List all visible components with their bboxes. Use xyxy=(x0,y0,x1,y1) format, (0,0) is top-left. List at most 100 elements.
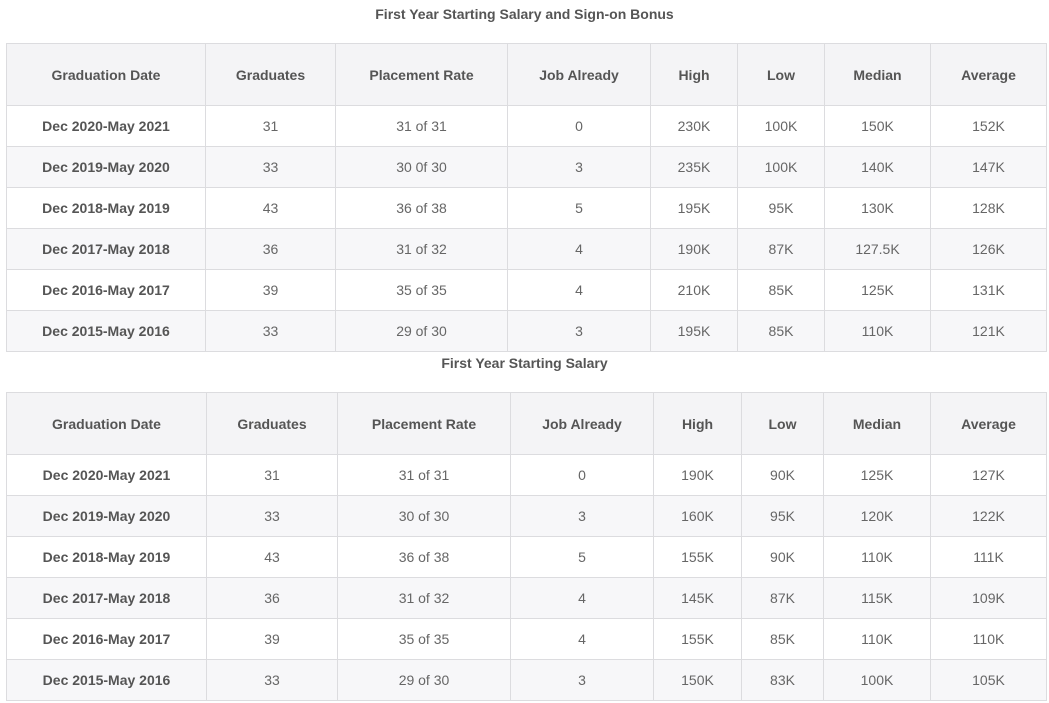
column-header-high: High xyxy=(650,43,738,106)
column-header-high: High xyxy=(653,392,742,455)
median-cell: 125K xyxy=(823,454,931,496)
graduates-cell: 43 xyxy=(205,187,336,229)
average-cell: 127K xyxy=(930,454,1047,496)
column-header-median: Median xyxy=(824,43,931,106)
job-already-cell: 5 xyxy=(507,187,651,229)
graduates-cell: 33 xyxy=(206,495,338,537)
table-row: Dec 2015-May 2016 33 29 of 30 3 195K 85K… xyxy=(6,310,1047,352)
table-row: Dec 2018-May 2019 43 36 of 38 5 195K 95K… xyxy=(6,187,1047,229)
graduates-cell: 31 xyxy=(205,105,336,147)
average-cell: 122K xyxy=(930,495,1047,537)
column-header-job-already: Job Already xyxy=(510,392,654,455)
low-cell: 87K xyxy=(737,228,825,270)
salary-table: Graduation Date Graduates Placement Rate… xyxy=(6,392,1047,701)
table-title-salary: First Year Starting Salary xyxy=(441,355,608,371)
job-already-cell: 3 xyxy=(507,310,651,352)
table-row: Dec 2018-May 2019 43 36 of 38 5 155K 90K… xyxy=(6,536,1047,578)
table-row: Dec 2019-May 2020 33 30 0f 30 3 235K 100… xyxy=(6,146,1047,188)
high-cell: 195K xyxy=(650,310,738,352)
job-already-cell: 3 xyxy=(510,659,654,701)
low-cell: 83K xyxy=(741,659,824,701)
job-already-cell: 4 xyxy=(510,618,654,660)
table-row: Dec 2017-May 2018 36 31 of 32 4 190K 87K… xyxy=(6,228,1047,270)
graduation-date-cell: Dec 2020-May 2021 xyxy=(6,105,206,147)
placement-rate-cell: 31 of 31 xyxy=(335,105,508,147)
placement-rate-cell: 30 of 30 xyxy=(337,495,511,537)
graduation-date-cell: Dec 2020-May 2021 xyxy=(6,454,207,496)
low-cell: 100K xyxy=(737,146,825,188)
table-row: Dec 2020-May 2021 31 31 of 31 0 230K 100… xyxy=(6,105,1047,147)
average-cell: 128K xyxy=(930,187,1047,229)
low-cell: 85K xyxy=(737,310,825,352)
high-cell: 235K xyxy=(650,146,738,188)
placement-rate-cell: 31 of 31 xyxy=(337,454,511,496)
high-cell: 150K xyxy=(653,659,742,701)
table-row: Dec 2019-May 2020 33 30 of 30 3 160K 95K… xyxy=(6,495,1047,537)
column-header-graduates: Graduates xyxy=(206,392,338,455)
median-cell: 120K xyxy=(823,495,931,537)
table-row: Dec 2016-May 2017 39 35 of 35 4 155K 85K… xyxy=(6,618,1047,660)
median-cell: 115K xyxy=(823,577,931,619)
graduates-cell: 31 xyxy=(206,454,338,496)
average-cell: 110K xyxy=(930,618,1047,660)
median-cell: 110K xyxy=(823,618,931,660)
placement-rate-cell: 29 of 30 xyxy=(337,659,511,701)
job-already-cell: 3 xyxy=(510,495,654,537)
graduation-date-cell: Dec 2019-May 2020 xyxy=(6,146,206,188)
placement-rate-cell: 36 of 38 xyxy=(335,187,508,229)
median-cell: 125K xyxy=(824,269,931,311)
graduates-cell: 33 xyxy=(205,146,336,188)
graduation-date-cell: Dec 2018-May 2019 xyxy=(6,536,207,578)
median-cell: 140K xyxy=(824,146,931,188)
job-already-cell: 4 xyxy=(510,577,654,619)
column-header-placement-rate: Placement Rate xyxy=(337,392,511,455)
graduates-cell: 33 xyxy=(206,659,338,701)
low-cell: 85K xyxy=(741,618,824,660)
placement-rate-cell: 30 0f 30 xyxy=(335,146,508,188)
column-header-job-already: Job Already xyxy=(507,43,651,106)
average-cell: 111K xyxy=(930,536,1047,578)
column-header-graduation-date: Graduation Date xyxy=(6,392,207,455)
high-cell: 190K xyxy=(650,228,738,270)
placement-rate-cell: 31 of 32 xyxy=(337,577,511,619)
graduates-cell: 33 xyxy=(205,310,336,352)
high-cell: 155K xyxy=(653,536,742,578)
table-row: Dec 2017-May 2018 36 31 of 32 4 145K 87K… xyxy=(6,577,1047,619)
job-already-cell: 0 xyxy=(507,105,651,147)
graduation-date-cell: Dec 2017-May 2018 xyxy=(6,228,206,270)
median-cell: 110K xyxy=(824,310,931,352)
graduates-cell: 39 xyxy=(205,269,336,311)
graduation-date-cell: Dec 2017-May 2018 xyxy=(6,577,207,619)
column-header-average: Average xyxy=(930,43,1047,106)
header-row: Graduation Date Graduates Placement Rate… xyxy=(6,392,1047,455)
column-header-low: Low xyxy=(741,392,824,455)
placement-rate-cell: 29 of 30 xyxy=(335,310,508,352)
graduation-date-cell: Dec 2015-May 2016 xyxy=(6,310,206,352)
high-cell: 230K xyxy=(650,105,738,147)
high-cell: 190K xyxy=(653,454,742,496)
average-cell: 105K xyxy=(930,659,1047,701)
low-cell: 95K xyxy=(737,187,825,229)
high-cell: 210K xyxy=(650,269,738,311)
low-cell: 85K xyxy=(737,269,825,311)
placement-rate-cell: 31 of 32 xyxy=(335,228,508,270)
graduates-cell: 43 xyxy=(206,536,338,578)
table-row: Dec 2020-May 2021 31 31 of 31 0 190K 90K… xyxy=(6,454,1047,496)
high-cell: 195K xyxy=(650,187,738,229)
column-header-median: Median xyxy=(823,392,931,455)
column-header-average: Average xyxy=(930,392,1047,455)
low-cell: 90K xyxy=(741,454,824,496)
graduates-cell: 36 xyxy=(206,577,338,619)
average-cell: 131K xyxy=(930,269,1047,311)
low-cell: 100K xyxy=(737,105,825,147)
graduation-date-cell: Dec 2018-May 2019 xyxy=(6,187,206,229)
median-cell: 127.5K xyxy=(824,228,931,270)
graduates-cell: 39 xyxy=(206,618,338,660)
column-header-graduation-date: Graduation Date xyxy=(6,43,206,106)
graduation-date-cell: Dec 2015-May 2016 xyxy=(6,659,207,701)
median-cell: 100K xyxy=(823,659,931,701)
column-header-placement-rate: Placement Rate xyxy=(335,43,508,106)
job-already-cell: 0 xyxy=(510,454,654,496)
average-cell: 147K xyxy=(930,146,1047,188)
median-cell: 150K xyxy=(824,105,931,147)
